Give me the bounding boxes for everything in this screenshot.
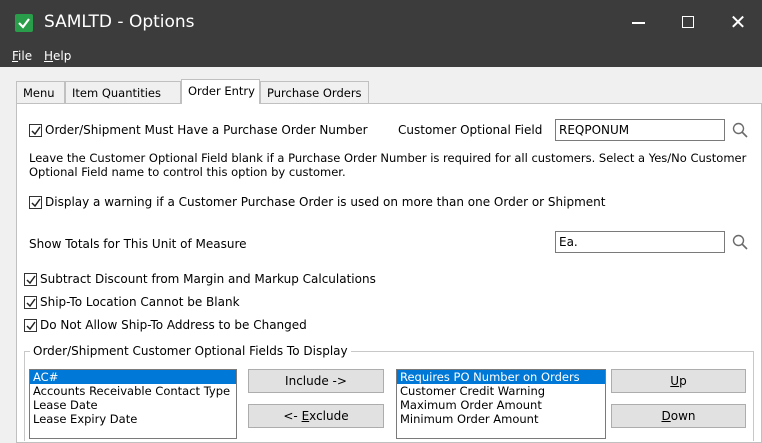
list-item[interactable]: Accounts Receivable Contact Type <box>30 384 236 398</box>
down-label: own <box>670 409 696 423</box>
list-item[interactable]: Customer Credit Warning <box>397 384 605 398</box>
exclude-label: xclude <box>309 409 349 423</box>
menu-help-mnemonic: H <box>44 49 54 63</box>
up-mnemonic: U <box>670 374 680 388</box>
app-icon <box>15 14 33 32</box>
checkmark-icon <box>26 321 36 331</box>
help-text: Leave the Customer Optional Field blank … <box>29 151 747 179</box>
exclude-button[interactable]: <- Exclude <box>248 404 384 428</box>
warn-duplicate-po-checkbox[interactable] <box>29 196 42 209</box>
list-item[interactable]: Lease Expiry Date <box>30 412 236 426</box>
list-item[interactable]: Maximum Order Amount <box>397 398 605 412</box>
shipto-no-change-checkbox[interactable] <box>24 319 37 332</box>
tab-purchase-orders[interactable]: Purchase Orders <box>260 81 369 103</box>
menu-file-label: ile <box>18 49 33 63</box>
tab-item-quantities[interactable]: Item Quantities <box>65 81 181 103</box>
maximize-icon <box>682 16 694 28</box>
include-button[interactable]: Include -> <box>248 369 384 393</box>
menu-bar: File Help <box>0 45 762 67</box>
optional-fields-group-title: Order/Shipment Customer Optional Fields … <box>30 344 351 358</box>
shipto-not-blank-checkbox[interactable] <box>24 296 37 309</box>
close-button[interactable]: ✕ <box>713 0 762 45</box>
checkmark-icon <box>31 126 41 136</box>
list-item[interactable]: Requires PO Number on Orders <box>397 370 605 384</box>
minimize-icon <box>632 22 645 24</box>
move-down-button[interactable]: Down <box>611 404 746 428</box>
menu-file[interactable]: File <box>12 49 32 63</box>
checkmark-icon <box>31 198 41 208</box>
shipto-not-blank-label: Ship-To Location Cannot be Blank <box>40 295 240 309</box>
shipto-no-change-label: Do Not Allow Ship-To Address to be Chang… <box>40 318 307 332</box>
close-icon: ✕ <box>729 10 747 34</box>
checkmark-icon <box>26 275 36 285</box>
menu-help-label: elp <box>53 49 72 63</box>
search-icon[interactable] <box>731 233 749 251</box>
show-totals-uom-label: Show Totals for This Unit of Measure <box>29 237 247 251</box>
po-required-checkbox[interactable] <box>29 124 42 137</box>
exclude-prefix: <- <box>283 409 302 423</box>
minimize-button[interactable] <box>613 0 663 45</box>
window-title: SAMLTD - Options <box>44 12 195 32</box>
menu-help[interactable]: Help <box>44 49 71 63</box>
customer-optional-field-label: Customer Optional Field <box>398 123 543 137</box>
subtract-discount-label: Subtract Discount from Margin and Markup… <box>40 272 376 286</box>
down-mnemonic: D <box>661 409 671 423</box>
tab-order-entry[interactable]: Order Entry <box>181 79 260 104</box>
warn-duplicate-po-label: Display a warning if a Customer Purchase… <box>45 195 606 209</box>
list-item[interactable]: Minimum Order Amount <box>397 412 605 426</box>
po-required-label: Order/Shipment Must Have a Purchase Orde… <box>45 123 368 137</box>
search-icon[interactable] <box>731 121 749 139</box>
available-fields-list[interactable]: AC# Accounts Receivable Contact Type Lease… <box>29 369 237 439</box>
maximize-button[interactable] <box>663 0 713 45</box>
checkmark-icon <box>26 298 36 308</box>
list-item[interactable]: AC# <box>30 370 236 384</box>
title-bar: SAMLTD - Options ✕ <box>0 0 762 45</box>
list-item[interactable]: Lease Date <box>30 398 236 412</box>
move-up-button[interactable]: Up <box>611 369 746 393</box>
displayed-fields-list[interactable]: Requires PO Number on Orders Customer Cre… <box>396 369 606 439</box>
show-totals-uom-input[interactable] <box>555 231 725 253</box>
up-label: p <box>679 374 687 388</box>
customer-optional-field-input[interactable] <box>555 119 725 141</box>
tab-menu[interactable]: Menu <box>16 81 65 103</box>
subtract-discount-checkbox[interactable] <box>24 273 37 286</box>
